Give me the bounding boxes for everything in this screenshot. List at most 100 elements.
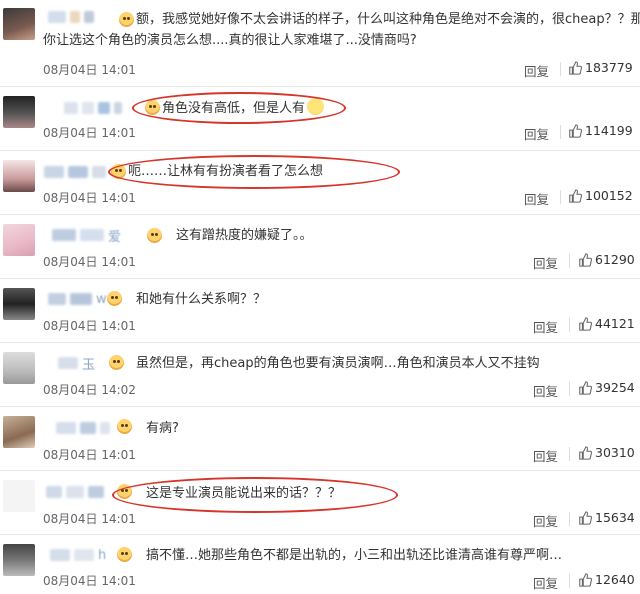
comment-item: 爱 这有蹭热度的嫌疑了。。 08月04日 14:01 回复 61290 [0,215,640,279]
like-button[interactable]: 44121 [578,316,635,331]
comment-item: 有病? 08月04日 14:01 回复 30310 [0,407,640,471]
reply-button[interactable]: 回复 [533,317,558,336]
emoji-icon [109,355,124,370]
avatar[interactable] [3,8,35,40]
reply-button[interactable]: 回复 [533,253,558,272]
thumbs-up-icon [578,572,593,587]
comment-item: 玉 虽然但是，再cheap的角色也要有演员演啊…角色和演员本人又不挂钩 08月0… [0,343,640,407]
reply-button[interactable]: 回复 [533,511,558,530]
avatar[interactable] [3,96,35,128]
comment-item: w 和她有什么关系啊？？ 08月04日 14:01 回复 44121 [0,279,640,343]
like-button[interactable]: 100152 [568,188,633,203]
avatar[interactable] [3,288,35,320]
timestamp: 08月04日 14:02 [43,383,136,397]
like-count: 30310 [595,445,635,460]
nickname-fragment: w [96,291,107,307]
like-count: 44121 [595,316,635,331]
emoji-icon [147,228,162,243]
reply-button[interactable]: 回复 [533,573,558,592]
timestamp: 08月04日 14:01 [43,63,136,77]
thumbs-up-icon [578,445,593,460]
nickname-fragment: 玉 [82,357,96,373]
like-count: 15634 [595,510,635,525]
timestamp: 08月04日 14:01 [43,574,136,588]
comment-text: 这有蹭热度的嫌疑了。。 [176,228,313,243]
like-button[interactable]: 183779 [568,60,633,75]
nickname[interactable]: 玉 [58,354,96,373]
comment-item: 呃……让林有有扮演者看了怎么想 08月04日 14:01 回复 100152 [0,151,640,215]
reply-button[interactable]: 回复 [533,446,558,465]
nickname[interactable]: 爱 [52,226,122,245]
comment-text: 你让选这个角色的演员怎么想....真的很让人家难堪了...没情商吗? [43,33,417,48]
thumbs-up-icon [578,380,593,395]
like-count: 12640 [595,572,635,587]
avatar[interactable] [3,160,35,192]
avatar[interactable] [3,416,35,448]
like-count: 61290 [595,252,635,267]
divider [569,512,570,526]
like-count: 39254 [595,380,635,395]
nickname-fragment: 爱 [108,229,122,245]
reply-button[interactable]: 回复 [524,61,549,80]
thumbs-up-icon [568,123,583,138]
avatar[interactable] [3,544,35,576]
emoji-icon [107,291,122,306]
divider [569,318,570,332]
like-count: 114199 [585,123,633,138]
like-count: 183779 [585,60,633,75]
comment-text: 虽然但是，再cheap的角色也要有演员演啊…角色和演员本人又不挂钩 [136,356,540,371]
highlight-oval [108,155,400,189]
like-button[interactable]: 30310 [578,445,635,460]
comment-text: 额，我感觉她好像不太会讲话的样子，什么叫这种角色是绝对不会演的，很cheap？？… [136,12,640,27]
divider [569,382,570,396]
timestamp: 08月04日 14:01 [43,191,136,205]
nickname[interactable]: w [48,290,107,308]
highlight-oval [132,92,346,124]
thumbs-up-icon [578,252,593,267]
reply-button[interactable]: 回复 [524,124,549,143]
nickname[interactable] [46,483,104,501]
thumbs-up-icon [568,60,583,75]
like-count: 100152 [585,188,633,203]
like-button[interactable]: 15634 [578,510,635,525]
avatar[interactable] [3,480,35,512]
comment-item: 这是专业演员能说出来的话？？？ 08月04日 14:01 回复 15634 [0,471,640,535]
timestamp: 08月04日 14:01 [43,319,136,333]
like-button[interactable]: 12640 [578,572,635,587]
comment-text: 和她有什么关系啊？？ [136,292,267,307]
reply-button[interactable]: 回复 [533,381,558,400]
emoji-icon [117,547,132,562]
comment-item: 角色没有高低，但是人有 08月04日 14:01 回复 114199 [0,87,640,151]
like-button[interactable]: 61290 [578,252,635,267]
thumbs-up-icon [568,188,583,203]
divider [569,254,570,268]
reply-button[interactable]: 回复 [524,189,549,208]
thumbs-up-icon [578,510,593,525]
like-button[interactable]: 39254 [578,380,635,395]
avatar[interactable] [3,352,35,384]
comment-text: 搞不懂…她那些角色不都是出轨的，小三和出轨还比谁清高谁有尊严啊… [146,548,563,563]
timestamp: 08月04日 14:01 [43,448,136,462]
comment-text: 有病? [146,421,179,436]
thumbs-up-icon [578,316,593,331]
nickname[interactable] [48,8,94,26]
divider [560,190,561,204]
like-button[interactable]: 114199 [568,123,633,138]
avatar[interactable] [3,224,35,256]
nickname[interactable] [56,419,110,437]
emoji-icon [117,419,132,434]
emoji-icon [119,12,134,27]
nickname[interactable]: h [50,546,106,564]
nickname-fragment: h [98,547,107,563]
divider [569,447,570,461]
timestamp: 08月04日 14:01 [43,512,136,526]
nickname[interactable] [64,99,122,117]
divider [569,574,570,588]
comment-item: h 搞不懂…她那些角色不都是出轨的，小三和出轨还比谁清高谁有尊严啊… 08月04… [0,535,640,594]
timestamp: 08月04日 14:01 [43,255,136,269]
comment-item: 额，我感觉她好像不太会讲话的样子，什么叫这种角色是绝对不会演的，很cheap？？… [0,0,640,87]
divider [560,125,561,139]
highlight-oval [112,477,398,513]
divider [560,62,561,76]
timestamp: 08月04日 14:01 [43,126,136,140]
